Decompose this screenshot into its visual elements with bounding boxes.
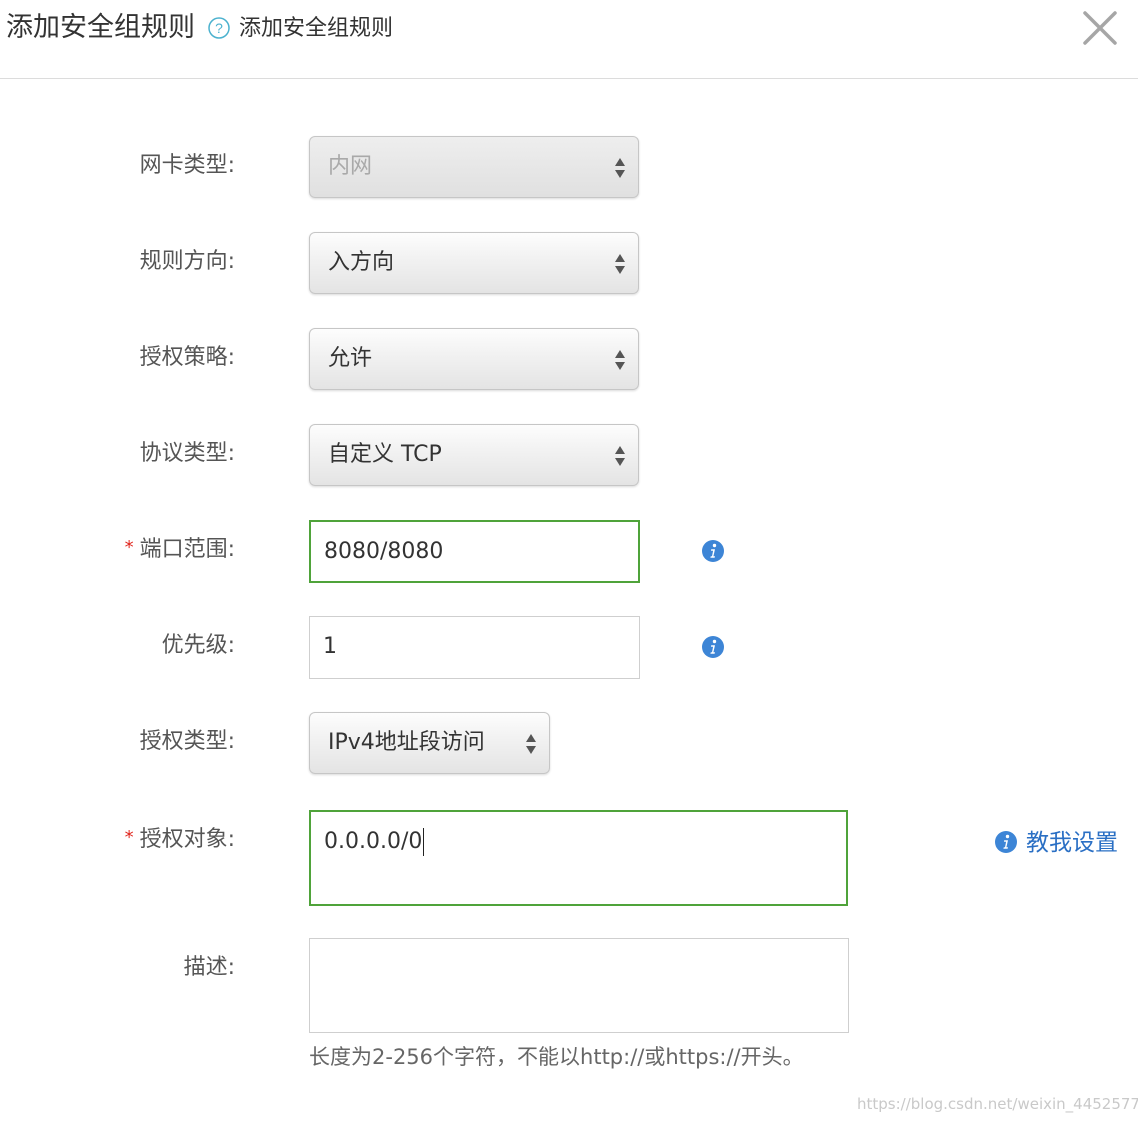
port-range-value: 8080/8080 bbox=[324, 539, 444, 564]
priority-label: 优先级: bbox=[161, 633, 235, 658]
auth-type-select[interactable]: IPv4地址段访问 bbox=[309, 712, 550, 774]
auth-type-label: 授权类型: bbox=[139, 729, 235, 754]
protocol-select[interactable]: 自定义 TCP bbox=[309, 424, 639, 486]
description-textarea[interactable] bbox=[309, 938, 849, 1033]
dialog-subtitle: 添加安全组规则 bbox=[239, 16, 394, 41]
policy-value: 允许 bbox=[328, 346, 373, 371]
dialog-title: 添加安全组规则 bbox=[6, 12, 195, 43]
nic-type-select: 内网 bbox=[309, 136, 639, 198]
policy-select[interactable]: 允许 bbox=[309, 328, 639, 390]
select-arrows-icon bbox=[525, 732, 537, 756]
info-icon bbox=[994, 830, 1018, 854]
direction-select[interactable]: 入方向 bbox=[309, 232, 639, 294]
select-arrows-icon bbox=[614, 252, 626, 276]
close-icon[interactable] bbox=[1080, 8, 1120, 48]
dialog-header: 添加安全组规则 ? 添加安全组规则 bbox=[0, 0, 1138, 79]
teach-me-link-text: 教我设置 bbox=[1026, 830, 1118, 856]
auth-type-value: IPv4地址段访问 bbox=[328, 730, 485, 755]
priority-input[interactable]: 1 bbox=[309, 616, 640, 679]
description-label: 描述: bbox=[183, 955, 235, 980]
port-range-label-text: 端口范围: bbox=[139, 537, 235, 562]
description-hint: 长度为2-256个字符，不能以http://或https://开头。 bbox=[309, 1045, 804, 1069]
info-icon[interactable] bbox=[701, 539, 725, 563]
auth-object-value: 0.0.0.0/0 bbox=[324, 828, 425, 856]
protocol-value: 自定义 TCP bbox=[328, 442, 442, 467]
watermark: https://blog.csdn.net/weixin_44525772 bbox=[857, 1095, 1138, 1113]
direction-value: 入方向 bbox=[328, 250, 395, 275]
required-mark: * bbox=[124, 827, 134, 848]
select-arrows-icon bbox=[614, 444, 626, 468]
select-arrows-icon bbox=[614, 156, 626, 180]
policy-label: 授权策略: bbox=[139, 345, 235, 370]
select-arrows-icon bbox=[614, 348, 626, 372]
svg-text:?: ? bbox=[215, 20, 223, 36]
nic-type-value: 内网 bbox=[328, 154, 373, 179]
info-icon[interactable] bbox=[701, 635, 725, 659]
auth-object-textarea[interactable]: 0.0.0.0/0 bbox=[309, 810, 848, 906]
nic-type-label: 网卡类型: bbox=[139, 153, 235, 178]
auth-object-label-text: 授权对象: bbox=[139, 827, 235, 852]
port-range-input[interactable]: 8080/8080 bbox=[309, 520, 640, 583]
port-range-label: * 端口范围: bbox=[0, 535, 235, 566]
priority-value: 1 bbox=[323, 634, 337, 659]
direction-label: 规则方向: bbox=[139, 249, 235, 274]
question-circle-icon[interactable]: ? bbox=[208, 17, 230, 39]
auth-object-label: * 授权对象: bbox=[0, 825, 235, 856]
required-mark: * bbox=[124, 537, 134, 558]
text-caret bbox=[423, 828, 425, 856]
protocol-label: 协议类型: bbox=[139, 441, 235, 466]
